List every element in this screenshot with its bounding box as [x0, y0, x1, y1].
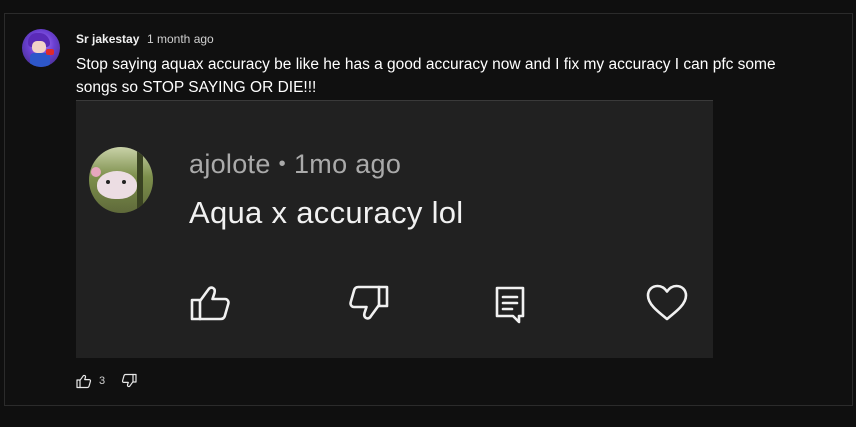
embedded-timestamp: 1mo ago [293, 149, 402, 179]
heart-icon [645, 281, 689, 325]
commenter-avatar[interactable] [22, 29, 60, 67]
comment-timestamp[interactable]: 1 month ago [147, 32, 214, 46]
thumb-down-icon [121, 373, 137, 388]
embedded-author-line: ajolote • 1mo ago [189, 149, 401, 180]
comment-author[interactable]: Sr jakestay [76, 32, 139, 46]
thumb-down-icon [346, 281, 390, 325]
embedded-screenshot: ajolote • 1mo ago Aqua x accuracy lol [76, 100, 713, 358]
comment-text: Stop saying aquax accuracy be like he ha… [76, 56, 776, 96]
dislike-button[interactable] [121, 373, 137, 389]
embedded-separator: • [278, 153, 286, 175]
thumb-up-icon [76, 374, 92, 389]
embedded-avatar [89, 147, 153, 213]
reply-comment-icon [488, 281, 532, 325]
embedded-comment-text: Aqua x accuracy lol [189, 195, 464, 230]
like-count: 3 [99, 375, 106, 387]
like-button[interactable] [76, 373, 92, 389]
embedded-author: ajolote [189, 149, 271, 179]
thumb-up-icon [189, 281, 233, 325]
